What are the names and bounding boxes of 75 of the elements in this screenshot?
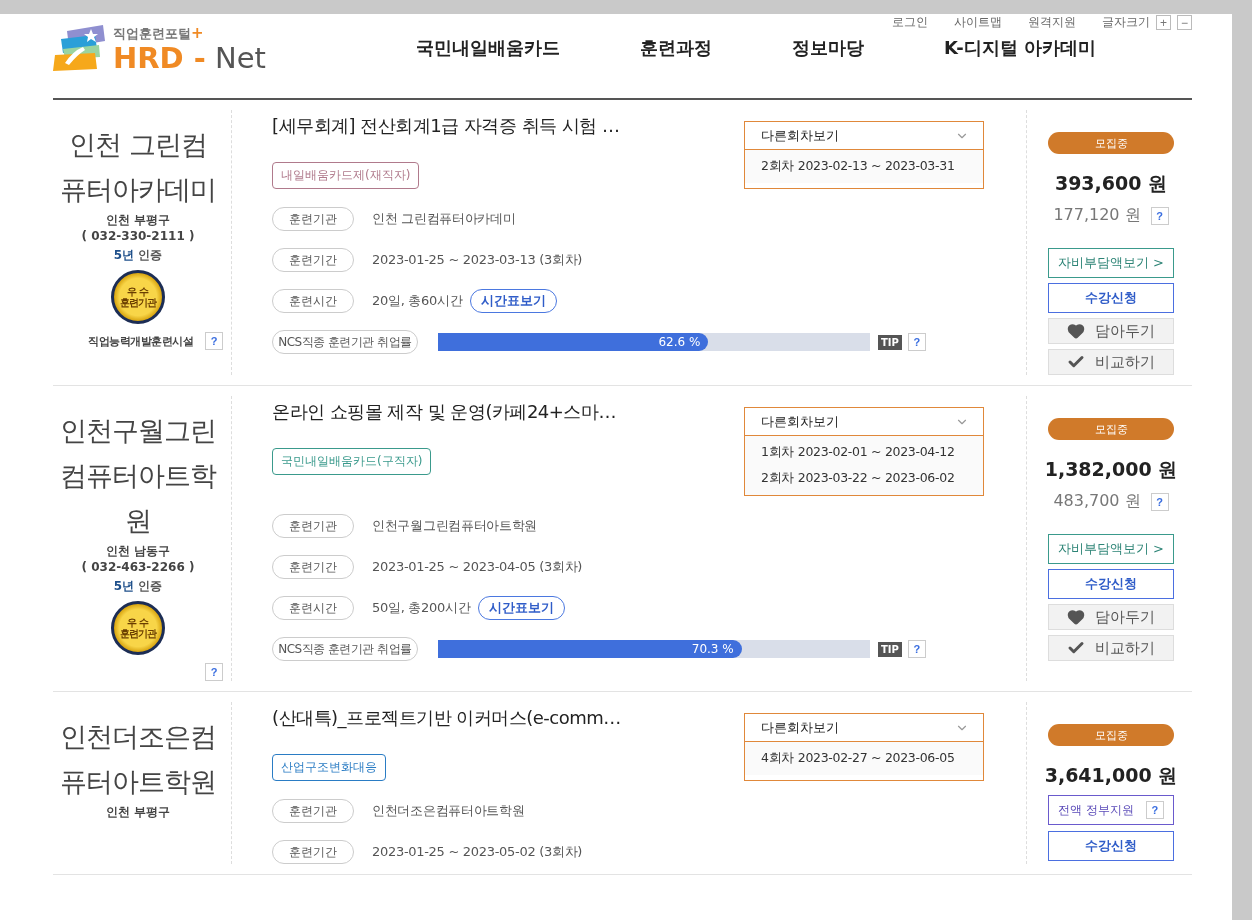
course-price: 3,641,000 원 <box>1044 763 1178 788</box>
help-button[interactable]: ? <box>907 640 926 658</box>
wish-button[interactable]: 담아두기 <box>1048 318 1174 344</box>
status-pill: 모집중 <box>1048 418 1174 440</box>
font-size-button[interactable]: + <box>1156 15 1171 30</box>
institution-name: 인천 그린컴퓨터아카데미 <box>59 128 217 207</box>
tip-label: TIP <box>878 641 902 657</box>
utility-link[interactable]: 로그인 <box>892 14 928 31</box>
utility-link[interactable]: 글자크기 <box>1102 14 1150 31</box>
timetable-button[interactable]: 시간표보기 <box>478 596 566 620</box>
help-button[interactable]: ? <box>907 333 926 351</box>
institution-phone: ( 032-463-2266 ) <box>81 559 195 575</box>
excellence-medal: 우 수 훈련기관 <box>111 270 165 324</box>
logo-icon <box>53 25 107 71</box>
help-button[interactable]: ? <box>205 663 223 681</box>
font-size-button[interactable]: − <box>1177 15 1192 30</box>
facility-type: 직업능력개발훈련시설 <box>88 333 193 349</box>
apply-button[interactable]: 수강신청 <box>1048 283 1174 313</box>
info-value: 인천구월그린컴퓨터아트학원 <box>372 517 538 535</box>
course-tag: 산업구조변화대응 <box>272 754 386 781</box>
course-tag: 내일배움카드제(재직자) <box>272 162 420 189</box>
institution-region: 인천 남동구 <box>105 543 171 559</box>
utility-link[interactable]: 원격지원 <box>1028 14 1076 31</box>
logo-wordmark: HRD - Net <box>113 42 266 73</box>
course-price: 1,382,000 원 <box>1044 457 1178 482</box>
help-button[interactable]: ? <box>1150 492 1169 511</box>
info-value: 50일, 총200시간 <box>372 599 471 617</box>
compare-button[interactable]: 비교하기 <box>1048 635 1174 661</box>
employment-rate-fill: 70.3 % <box>438 640 742 658</box>
self-pay-button[interactable]: 자비부담액보기 > <box>1048 248 1174 278</box>
institution-phone: ( 032-330-2111 ) <box>81 228 195 244</box>
info-value: 2023-01-25 ~ 2023-04-05 (3회차) <box>372 558 583 576</box>
info-value: 2023-01-25 ~ 2023-03-13 (3회차) <box>372 251 583 269</box>
institution-region: 인천 부평구 <box>105 804 171 820</box>
round-item[interactable]: 1회차 2023-02-01 ~ 2023-04-12 <box>761 444 967 461</box>
course-tag: 국민내일배움카드(구직자) <box>272 448 432 475</box>
course-title[interactable]: (산대특)_프로젝트기반 이커머스(e-comm… <box>272 706 621 730</box>
compare-button[interactable]: 비교하기 <box>1048 349 1174 375</box>
round-item[interactable]: 2회차 2023-03-22 ~ 2023-06-02 <box>761 470 967 487</box>
excellence-medal: 우 수 훈련기관 <box>111 601 165 655</box>
course-title[interactable]: [세무회계] 전산회계1급 자격증 취득 시험 … <box>272 114 620 138</box>
utility-link[interactable]: 사이트맵 <box>954 14 1002 31</box>
nav-item[interactable]: 정보마당 <box>791 36 864 60</box>
logo-tagline: 직업훈련포털+ <box>113 23 205 43</box>
info-value: 인천더조은컴퓨터아트학원 <box>372 802 525 820</box>
help-button[interactable]: ? <box>1145 801 1164 819</box>
help-button[interactable]: ? <box>205 332 223 350</box>
status-pill: 모집중 <box>1048 132 1174 154</box>
tip-label: TIP <box>878 334 902 350</box>
subsidized-price: 483,700 원 <box>1053 491 1141 512</box>
nav-item[interactable]: 국민내일배움카드 <box>415 36 560 60</box>
apply-button[interactable]: 수강신청 <box>1048 831 1174 861</box>
course-price: 393,600 원 <box>1054 171 1168 196</box>
wish-button[interactable]: 담아두기 <box>1048 604 1174 630</box>
info-value: 인천 그린컴퓨터아카데미 <box>372 210 516 228</box>
info-value: 2023-01-25 ~ 2023-05-02 (3회차) <box>372 843 583 861</box>
institution-name: 인천구월그린컴퓨터아트학원 <box>59 414 218 538</box>
status-pill: 모집중 <box>1048 724 1174 746</box>
timetable-button[interactable]: 시간표보기 <box>470 289 558 313</box>
institution-region: 인천 부평구 <box>105 212 171 228</box>
subsidized-price: 177,120 원 <box>1053 205 1141 226</box>
employment-rate-fill: 62.6 % <box>438 333 709 351</box>
government-support-box: 전액 정부지원 ? <box>1048 795 1174 825</box>
certification-label: 5년 인증 <box>113 247 163 264</box>
nav-item[interactable]: K-디지털 아카데미 <box>943 36 1097 60</box>
heart-icon <box>1067 608 1085 626</box>
help-button[interactable]: ? <box>1150 206 1169 225</box>
nav-item[interactable]: 훈련과정 <box>639 36 712 60</box>
course-title[interactable]: 온라인 쇼핑몰 제작 및 운영(카페24+스마… <box>272 400 616 424</box>
institution-name: 인천더조은컴퓨터아트학원 <box>59 720 217 799</box>
heart-icon <box>1067 322 1085 340</box>
apply-button[interactable]: 수강신청 <box>1048 569 1174 599</box>
self-pay-button[interactable]: 자비부담액보기 > <box>1048 534 1174 564</box>
certification-label: 5년 인증 <box>113 578 163 595</box>
info-value: 20일, 총60시간 <box>372 292 463 310</box>
